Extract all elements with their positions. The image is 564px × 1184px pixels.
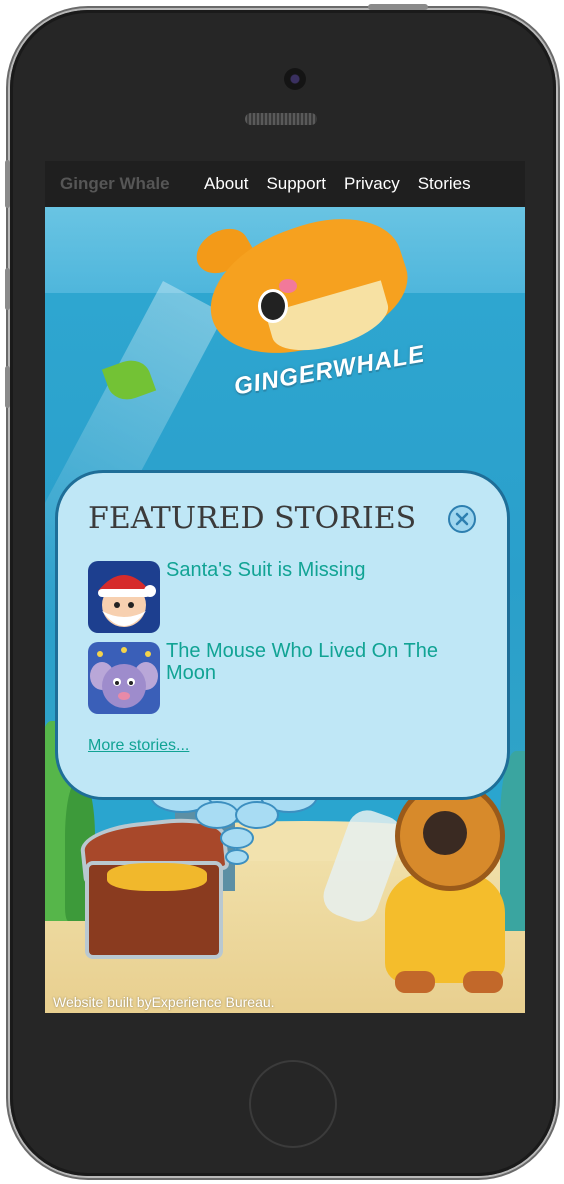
bubble: [195, 801, 239, 829]
more-stories-link[interactable]: More stories...: [88, 737, 189, 755]
diver-helmet-window: [423, 811, 467, 855]
mouse-thumbnail[interactable]: [88, 642, 160, 714]
bubble: [235, 801, 279, 829]
nav-link-support[interactable]: Support: [266, 174, 326, 194]
bubble: [225, 849, 249, 865]
close-icon[interactable]: [448, 505, 476, 533]
nav-link-privacy[interactable]: Privacy: [344, 174, 400, 194]
home-button[interactable]: [249, 1060, 337, 1148]
brand-link[interactable]: Ginger Whale: [60, 174, 204, 194]
santa-thumbnail[interactable]: [88, 561, 160, 633]
diver-boot-left: [395, 971, 435, 993]
featured-stories-panel: FEATURED STORIES Santa's Suit is Missing…: [55, 470, 510, 800]
whale-nose: [279, 279, 297, 293]
story-item[interactable]: Santa's Suit is Missing: [88, 559, 488, 633]
nav-link-stories[interactable]: Stories: [418, 174, 471, 194]
screen: GINGERWHALE Ginger Whale About Support P…: [45, 161, 525, 1013]
volume-up-button: [5, 268, 10, 310]
story-title-link[interactable]: Santa's Suit is Missing: [166, 559, 476, 581]
story-title-link[interactable]: The Mouse Who Lived On The Moon: [166, 640, 476, 684]
footer-credit: Website built byExperience Bureau.: [53, 994, 275, 1010]
whale-eye: [258, 289, 288, 323]
speaker-grille: [245, 113, 317, 125]
diver-boot-right: [463, 971, 503, 993]
gold-coins: [107, 863, 207, 891]
panel-title: FEATURED STORIES: [88, 501, 417, 536]
volume-down-button: [5, 366, 10, 408]
top-navbar: Ginger Whale About Support Privacy Stori…: [45, 161, 525, 207]
nav-link-about[interactable]: About: [204, 174, 248, 194]
power-button: [368, 4, 428, 10]
story-item[interactable]: The Mouse Who Lived On The Moon: [88, 640, 488, 714]
bubble: [220, 827, 254, 849]
mute-switch: [5, 160, 10, 208]
camera-icon: [284, 68, 306, 90]
